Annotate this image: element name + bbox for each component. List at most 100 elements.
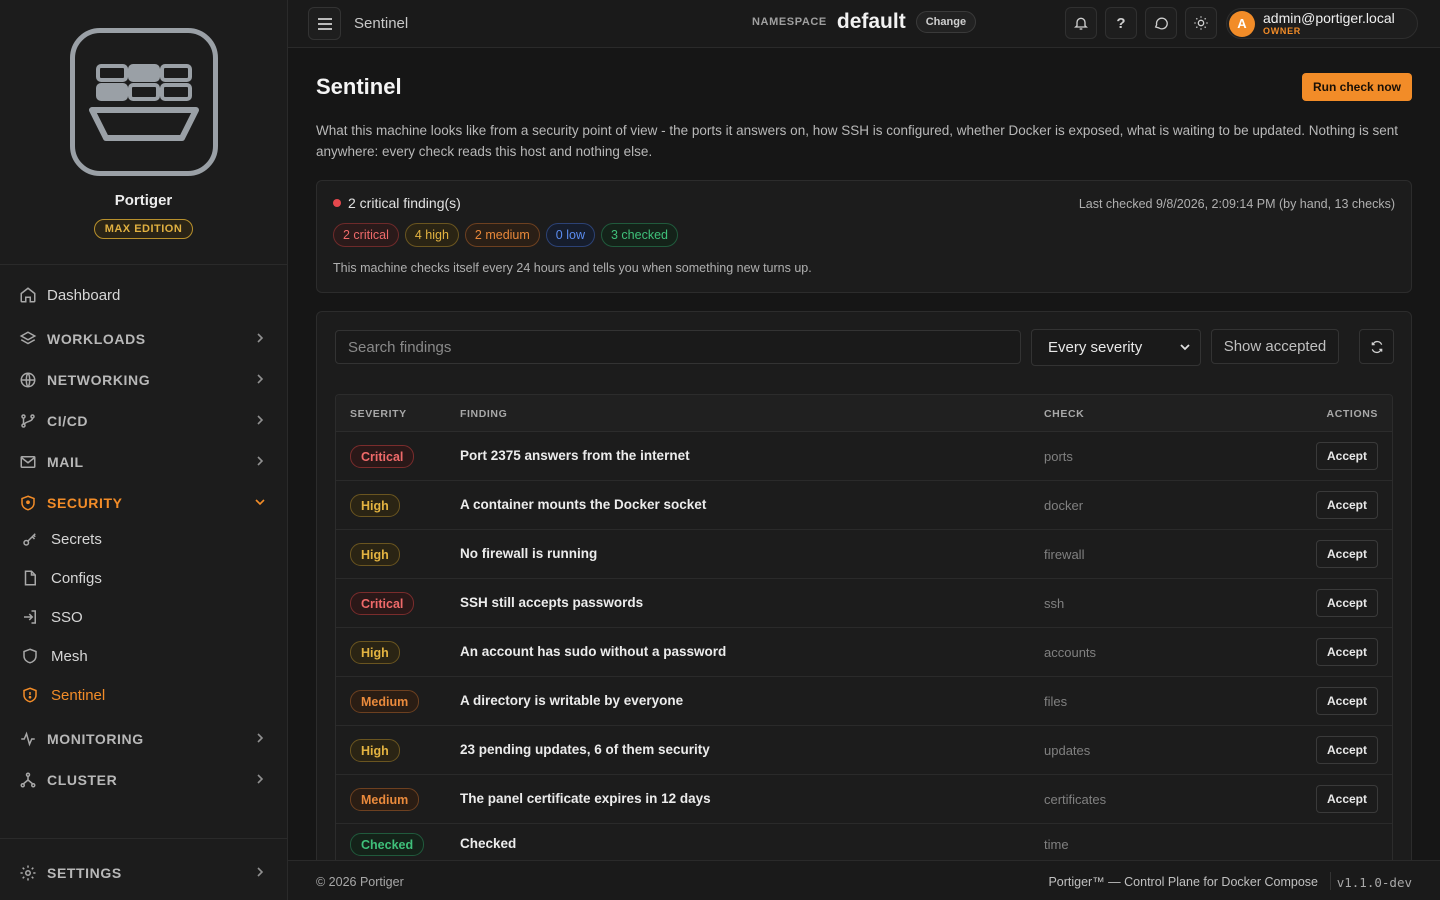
check-name: ports [1044, 449, 1073, 464]
table-row: Medium A directory is writable by everyo… [336, 677, 1392, 726]
help-icon: ? [1116, 14, 1126, 32]
header-actions: ACTIONS [1326, 408, 1378, 420]
page-description: What this machine looks like from a secu… [316, 123, 1399, 159]
user-role: OWNER [1263, 26, 1301, 36]
logo-icon [88, 64, 199, 141]
user-menu[interactable]: A admin@portiger.local OWNER [1226, 8, 1418, 39]
shield-icon [23, 648, 37, 664]
layers-icon [19, 331, 37, 345]
brand-name: Portiger [114, 192, 173, 209]
sidebar-item-settings[interactable]: SETTINGS [0, 855, 287, 891]
show-accepted-toggle[interactable]: Show accepted [1211, 329, 1339, 364]
critical-dot-icon [333, 199, 341, 207]
sidebar-item-mail[interactable]: MAIL [0, 444, 287, 480]
refresh-icon [1371, 340, 1382, 353]
sidebar-item-cicd[interactable]: CI/CD [0, 403, 287, 439]
sidebar-item-networking[interactable]: NETWORKING [0, 362, 287, 398]
help-button[interactable]: ? [1105, 7, 1137, 39]
sidebar-item-sentinel[interactable]: Sentinel [0, 677, 287, 713]
sidebar-item-workloads[interactable]: WORKLOADS [0, 321, 287, 357]
finding-title: Checked [460, 836, 517, 851]
sidebar-item-mesh[interactable]: Mesh [0, 638, 287, 674]
page-title: Sentinel [316, 74, 402, 99]
check-name: firewall [1044, 547, 1085, 562]
brand-block: Portiger MAX EDITION [0, 0, 287, 265]
bell-icon [1074, 17, 1088, 30]
sidebar-item-label: Sentinel [51, 686, 106, 704]
run-check-button[interactable]: Run check now [1302, 73, 1412, 101]
table-row: High No firewall is running firewall Acc… [336, 530, 1392, 579]
chevron-down-icon [255, 499, 265, 506]
summary-card: 2 critical finding(s) Last checked 9/8/2… [316, 180, 1412, 293]
chat-icon [1154, 17, 1168, 30]
check-name: ssh [1044, 596, 1065, 611]
notifications-button[interactable] [1065, 7, 1097, 39]
table-row: High 23 pending updates, 6 of them secur… [336, 726, 1392, 775]
theme-toggle-button[interactable] [1185, 7, 1217, 39]
header-finding: FINDING [460, 408, 508, 420]
sidebar-item-configs[interactable]: Configs [0, 560, 287, 596]
sidebar-item-label: CI/CD [47, 413, 89, 429]
namespace-value: default [836, 10, 906, 33]
sidebar-item-security[interactable]: SECURITY [0, 485, 287, 521]
sidebar-item-monitoring[interactable]: MONITORING [0, 721, 287, 757]
check-name: time [1044, 837, 1069, 852]
severity-select-value: Every severity [1048, 339, 1143, 356]
settings-section: SETTINGS [0, 838, 287, 900]
finding-title: The panel certificate expires in 12 days [460, 791, 711, 806]
mail-icon [20, 456, 36, 468]
finding-title: An account has sudo without a password [460, 644, 727, 659]
sidebar-item-label: Secrets [51, 530, 102, 548]
sidebar-item-secrets[interactable]: Secrets [0, 521, 287, 557]
chevron-down-icon [1180, 344, 1190, 351]
accept-button[interactable]: Accept [1316, 442, 1378, 470]
severity-badge: Medium [350, 788, 420, 811]
chevron-right-icon [257, 456, 264, 466]
finding-title: 23 pending updates, 6 of them security [460, 742, 710, 757]
accept-button[interactable]: Accept [1316, 687, 1378, 715]
severity-badge: High [350, 739, 400, 762]
sidebar-item-label: Dashboard [47, 286, 121, 304]
sidebar-item-label: NETWORKING [47, 372, 151, 388]
count-medium: 2 medium [464, 223, 540, 247]
accept-button[interactable]: Accept [1316, 589, 1378, 617]
sidebar-item-sso[interactable]: SSO [0, 599, 287, 635]
sidebar-item-cluster[interactable]: CLUSTER [0, 762, 287, 798]
check-name: updates [1044, 743, 1091, 758]
version-label: v1.1.0-dev [1336, 875, 1412, 890]
accept-button[interactable]: Accept [1316, 736, 1378, 764]
severity-select[interactable]: Every severity [1031, 329, 1201, 366]
sidebar-item-label: SECURITY [47, 495, 123, 511]
file-icon [24, 570, 36, 586]
accept-button[interactable]: Accept [1316, 785, 1378, 813]
check-name: docker [1044, 498, 1084, 513]
avatar: A [1229, 10, 1255, 37]
check-name: files [1044, 694, 1068, 709]
accept-button[interactable]: Accept [1316, 540, 1378, 568]
accept-button[interactable]: Accept [1316, 491, 1378, 519]
gear-icon [20, 865, 36, 881]
check-name: accounts [1044, 645, 1097, 660]
menu-toggle-button[interactable] [308, 7, 341, 40]
sidebar-item-dashboard[interactable]: Dashboard [0, 277, 287, 313]
table-row: High A container mounts the Docker socke… [336, 481, 1392, 530]
namespace-change-button[interactable]: Change [915, 11, 977, 33]
severity-badge: Critical [350, 592, 415, 615]
header-check: CHECK [1044, 408, 1085, 420]
portiger-logo[interactable] [69, 28, 218, 176]
table-row: Critical Port 2375 answers from the inte… [336, 432, 1392, 481]
header-severity: SEVERITY [350, 408, 407, 420]
finding-title: A directory is writable by everyone [460, 693, 684, 708]
finding-title: A container mounts the Docker socket [460, 497, 707, 512]
refresh-button[interactable] [1359, 329, 1394, 364]
chevron-right-icon [257, 733, 264, 743]
summary-headline: 2 critical finding(s) [333, 195, 461, 211]
chat-button[interactable] [1145, 7, 1177, 39]
chevron-right-icon [257, 333, 264, 343]
accept-button[interactable]: Accept [1316, 638, 1378, 666]
copyright: © 2026 Portiger [316, 875, 404, 889]
severity-badge: Critical [350, 445, 415, 468]
search-input[interactable] [335, 330, 1021, 364]
severity-badge: Checked [350, 833, 425, 856]
chevron-right-icon [257, 867, 264, 877]
